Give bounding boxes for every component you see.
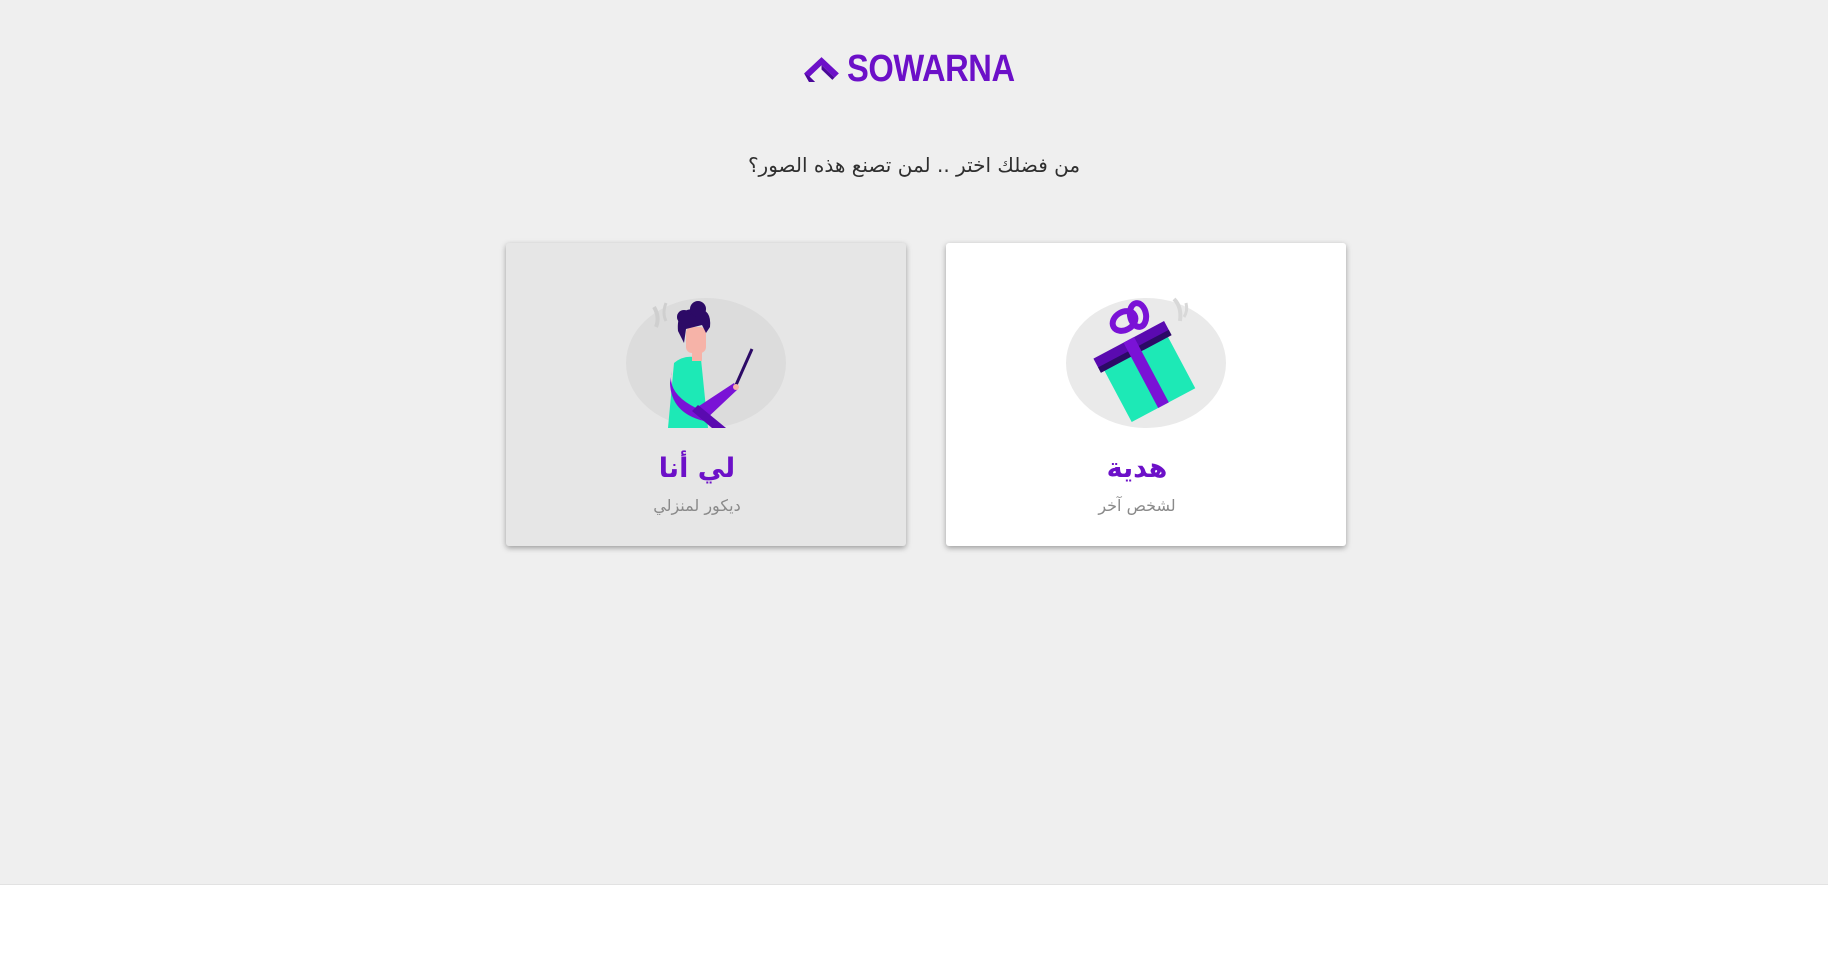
main-area: SOWARNA من فضلك اختر .. لمن تصنع هذه الص… [0, 0, 1828, 885]
option-subtitle: لشخص آخر [1098, 496, 1176, 515]
option-title: هدية [1106, 453, 1168, 484]
option-card-gift[interactable]: هدية لشخص آخر [946, 243, 1346, 546]
selection-question: من فضلك اختر .. لمن تصنع هذه الصور؟ [747, 153, 1081, 177]
brand-logo[interactable]: SOWARNA [802, 44, 1042, 94]
person-with-pen-illustration [626, 298, 786, 428]
option-card-for-me[interactable]: لي أنا ديكور لمنزلي [506, 243, 906, 546]
option-title: لي أنا [658, 453, 736, 484]
brand-name: SOWARNA [847, 47, 1015, 90]
option-subtitle: ديكور لمنزلي [653, 496, 741, 515]
roof-logo-icon [804, 57, 839, 83]
gift-box-illustration [1066, 297, 1226, 428]
